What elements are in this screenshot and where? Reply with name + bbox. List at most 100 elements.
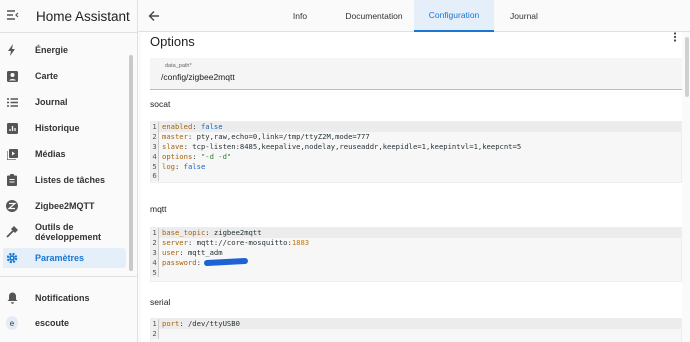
code-token: : tcp-listen:8485,keepalive,nodelay,reus…	[183, 141, 522, 151]
sidebar-item-carte[interactable]: Carte	[0, 66, 126, 86]
code-token: 1883	[291, 238, 310, 248]
code-token: : pty,raw,echo=0,link=/tmp/ttyZ2M,mode=7…	[187, 132, 370, 142]
sidebar-divider	[0, 276, 137, 277]
line-number: 5	[151, 161, 159, 171]
account-box-icon	[6, 70, 18, 82]
sidebar-item-medias[interactable]: Médias	[0, 144, 126, 164]
sidebar-item-label: Historique	[35, 123, 80, 133]
list-icon	[6, 96, 18, 108]
yaml-editor-serial[interactable]: 1 port: /dev/ttyUSB0 2	[150, 318, 682, 342]
code-line[interactable]: 6	[151, 170, 681, 181]
code-token: enabled	[162, 122, 193, 132]
data-path-field[interactable]: data_path* /config/zigbee2mqtt	[150, 58, 682, 90]
code-token: log	[162, 161, 175, 171]
sidebar-item-listes-de-taches[interactable]: Listes de tâches	[0, 170, 126, 190]
code-token: : mqtt_adm	[179, 247, 223, 257]
section-title-serial: serial	[150, 297, 171, 307]
code-line[interactable]: 5 log: false	[151, 161, 681, 171]
code-token: :	[174, 161, 184, 171]
tab-documentation[interactable]: Documentation	[334, 0, 414, 32]
sidebar-item-energie[interactable]: Énergie	[0, 40, 126, 60]
line-number: 2	[151, 328, 159, 339]
top-bar: Info Documentation Configuration Journal	[138, 0, 690, 32]
tab-info[interactable]: Info	[266, 0, 334, 32]
yaml-editor-socat[interactable]: 1 enabled: false 2 master: pty,raw,echo=0,l…	[150, 121, 682, 183]
code-token: : /dev/ttyUSB0	[179, 319, 240, 329]
sidebar-item-label: Listes de tâches	[35, 175, 106, 185]
sidebar-header: Home Assistant	[0, 0, 137, 33]
main-content: Options data_path* /config/zigbee2mqtt s…	[138, 32, 690, 342]
code-token: false	[200, 122, 223, 132]
clipboard-list-icon	[6, 174, 18, 186]
code-token: :	[192, 151, 201, 161]
sidebar-item-zigbee2mqtt[interactable]: Zigbee2MQTT	[0, 196, 126, 216]
sidebar-scrollbar[interactable]	[129, 55, 133, 271]
code-line[interactable]: 2	[151, 328, 681, 339]
sidebar-item-outils-de-developpement[interactable]: Outils de développement	[0, 222, 126, 242]
code-line[interactable]: 5	[151, 267, 681, 277]
code-token: false	[183, 161, 206, 171]
line-number: 1	[151, 122, 159, 132]
code-token: base_topic	[162, 228, 206, 238]
more-vertical-icon[interactable]	[673, 32, 677, 44]
gear-icon	[6, 252, 18, 264]
line-number: 1	[151, 319, 159, 329]
menu-collapse-icon[interactable]	[7, 7, 19, 25]
code-token: "-d -d"	[200, 151, 232, 161]
sidebar-item-label: Énergie	[35, 45, 69, 55]
app-title: Home Assistant	[36, 8, 130, 24]
section-title-mqtt: mqtt	[150, 204, 167, 214]
redacted-password-mark	[203, 258, 249, 267]
code-token: user	[162, 247, 180, 257]
tab-configuration[interactable]: Configuration	[414, 0, 494, 32]
code-token: master	[162, 132, 188, 142]
yaml-editor-mqtt[interactable]: 1 base_topic: zigbee2mqtt 2 server: mqtt://…	[150, 227, 682, 282]
sidebar: Home Assistant Énergie Carte Journal His…	[0, 0, 138, 342]
options-card: Options data_path* /config/zigbee2mqtt s…	[141, 32, 682, 342]
avatar: e	[6, 316, 18, 330]
sidebar-item-label: Notifications	[35, 293, 90, 303]
line-number: 2	[151, 237, 159, 248]
back-arrow-icon[interactable]	[148, 9, 160, 27]
bell-icon	[6, 292, 18, 304]
lightning-icon	[6, 44, 18, 56]
code-line[interactable]: 4 password:	[151, 257, 681, 268]
code-line[interactable]: 1 port: /dev/ttyUSB0	[151, 319, 681, 329]
data-path-label: data_path*	[165, 63, 192, 69]
avatar-wrap: e	[6, 316, 18, 330]
sidebar-item-label: Paramètres	[35, 253, 85, 263]
line-number: 5	[151, 267, 159, 277]
code-token: server	[162, 238, 188, 248]
sidebar-item-label: Zigbee2MQTT	[35, 201, 95, 211]
line-number: 3	[151, 247, 159, 258]
content-scrollbar[interactable]	[685, 37, 689, 97]
line-number: 4	[151, 257, 159, 268]
sidebar-item-historique[interactable]: Historique	[0, 118, 126, 138]
code-token: port	[162, 319, 180, 329]
code-line[interactable]: 3 user: mqtt_adm	[151, 247, 681, 258]
hammer-icon	[6, 226, 18, 238]
sidebar-item-label: Outils de développement	[35, 222, 102, 242]
code-line[interactable]: 1 base_topic: zigbee2mqtt	[151, 228, 681, 238]
code-line[interactable]: 2 master: pty,raw,echo=0,link=/tmp/ttyZ2M…	[151, 131, 681, 142]
sidebar-item-notifications[interactable]: Notifications	[0, 288, 126, 308]
sidebar-item-label: Journal	[35, 97, 68, 107]
data-path-value[interactable]: /config/zigbee2mqtt	[161, 72, 235, 82]
sidebar-item-user[interactable]: e escoute	[0, 313, 126, 333]
line-number: 3	[151, 141, 159, 152]
sidebar-item-label: Médias	[35, 149, 66, 159]
section-title-socat: socat	[150, 99, 171, 109]
code-token: slave	[162, 141, 184, 151]
play-box-icon	[6, 148, 18, 160]
sidebar-item-parametres[interactable]: Paramètres	[3, 248, 126, 268]
code-line[interactable]: 1 enabled: false	[151, 122, 681, 132]
line-number: 2	[151, 131, 159, 142]
code-token: password	[162, 257, 197, 267]
tab-journal[interactable]: Journal	[494, 0, 554, 32]
line-number: 4	[151, 151, 159, 162]
code-token: :	[196, 257, 201, 267]
code-line[interactable]: 2 server: mqtt://core-mosquitto: 1883	[151, 237, 681, 248]
sidebar-item-journal[interactable]: Journal	[0, 92, 126, 112]
code-line[interactable]: 4 options: "-d -d"	[151, 151, 681, 162]
code-line[interactable]: 3 slave: tcp-listen:8485,keepalive,nodela…	[151, 141, 681, 152]
